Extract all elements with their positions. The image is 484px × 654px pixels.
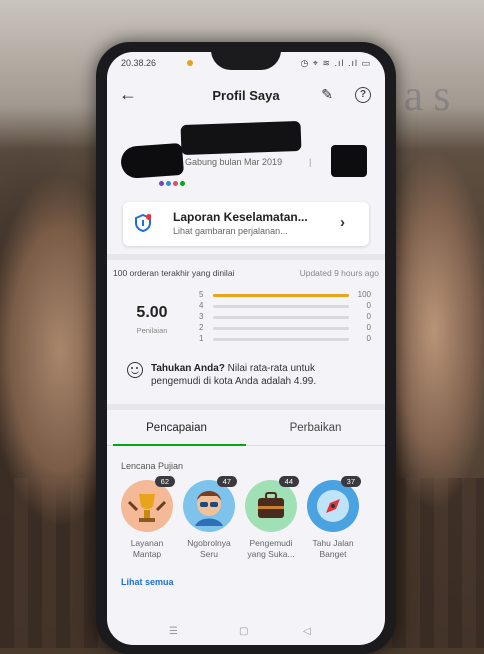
ratings-header-text: 100 orderan terakhir yang dinilai <box>113 268 235 278</box>
ratings-header: 100 orderan terakhir yang dinilai Update… <box>113 268 379 278</box>
rating-score: 5.00 Penilaian <box>127 304 177 335</box>
badge-pengemudi-yang-suka[interactable]: 44 Pengemudi yang Suka... <box>241 476 301 560</box>
tab-pencapaian[interactable]: Pencapaian <box>107 422 246 434</box>
section-divider <box>107 404 385 410</box>
badge-count: 44 <box>278 476 299 487</box>
notification-dot-icon <box>187 60 193 66</box>
rating-bar-track <box>213 338 349 341</box>
rating-star-level: 1 <box>199 334 204 343</box>
rating-star-level: 5 <box>199 290 204 299</box>
rating-count: 0 <box>366 312 371 321</box>
system-status-icons: ◷ ⌖ ≋ .ıl .ıl ▭ <box>300 58 371 68</box>
shield-icon <box>135 214 151 232</box>
profile-summary: Gabung bulan Mar 2019 | <box>107 117 385 187</box>
rating-distribution: 5 100 4 0 3 0 2 0 1 0 <box>199 290 371 345</box>
ratings-updated: Updated 9 hours ago <box>299 268 379 278</box>
help-icon[interactable]: ? <box>355 87 371 103</box>
badge-label: Tahu Jalan Banget <box>312 538 354 559</box>
tip-text: Tahukan Anda? Nilai rata-rata untuk peng… <box>151 362 365 388</box>
tab-bar: Pencapaian Perbaikan <box>107 414 385 446</box>
app-header: ← Profil Saya ✎ ? <box>107 82 385 110</box>
rating-star-level: 3 <box>199 312 204 321</box>
rating-star-level: 2 <box>199 323 204 332</box>
suitcase-icon: 44 <box>245 476 299 532</box>
join-date: Gabung bulan Mar 2019 <box>185 157 283 167</box>
rating-count: 100 <box>357 290 371 299</box>
badge-label: Layanan Mantap <box>130 538 164 559</box>
profile-badge-dots <box>159 173 199 186</box>
badge-layanan-mantap[interactable]: 62 Layanan Mantap <box>117 476 177 560</box>
section-divider <box>107 254 385 260</box>
status-bar: 20.38.26 ◷ ⌖ ≋ .ıl .ıl ▭ <box>121 58 371 72</box>
rating-score-value: 5.00 <box>136 304 168 321</box>
badge-count: 37 <box>340 476 361 487</box>
edit-pencil-icon[interactable]: ✎ <box>321 86 333 103</box>
home-icon[interactable]: ▢ <box>239 626 248 637</box>
separator: | <box>309 157 312 167</box>
rating-count: 0 <box>366 334 371 343</box>
rating-bar-track <box>213 305 349 308</box>
chatty-driver-icon: 47 <box>183 476 237 532</box>
rating-row: 5 100 <box>199 290 371 301</box>
badge-count: 47 <box>216 476 237 487</box>
back-nav-icon[interactable]: ◁ <box>303 626 311 637</box>
tip-title: Tahukan Anda? <box>151 363 225 374</box>
rating-bar-track <box>213 316 349 319</box>
badge-count: 62 <box>154 476 175 487</box>
rating-row: 30 <box>199 312 371 323</box>
badge-ngobrolnya-seru[interactable]: 47 Ngobrolnya Seru <box>179 476 239 560</box>
safety-report-subtitle: Lihat gambaran perjalanan... <box>173 226 288 236</box>
rating-bar-fill <box>213 294 349 297</box>
rating-bar-track <box>213 327 349 330</box>
page-title: Profil Saya <box>212 88 280 103</box>
smiley-icon <box>127 362 143 378</box>
safety-report-card[interactable]: Laporan Keselamatan... Lihat gambaran pe… <box>123 202 369 246</box>
chevron-right-icon: › <box>340 214 345 231</box>
redacted-name <box>180 120 302 156</box>
tab-perbaikan[interactable]: Perbaikan <box>246 422 385 434</box>
rating-score-label: Penilaian <box>136 326 168 335</box>
rating-row: 40 <box>199 301 371 312</box>
badges-title: Lencana Pujian <box>121 461 184 471</box>
compass-icon: 37 <box>307 476 361 532</box>
rating-row: 10 <box>199 334 371 345</box>
status-time: 20.38.26 <box>121 58 157 68</box>
rating-count: 0 <box>366 323 371 332</box>
rating-row: 20 <box>199 323 371 334</box>
menu-icon[interactable]: ☰ <box>169 626 178 637</box>
active-tab-indicator <box>113 444 246 446</box>
badge-label: Pengemudi yang Suka... <box>247 538 295 559</box>
rating-bar-track <box>213 294 349 297</box>
badge-tahu-jalan-banget[interactable]: 37 Tahu Jalan Banget <box>303 476 363 560</box>
phone-screen: 20.38.26 ◷ ⌖ ≋ .ıl .ıl ▭ ← Profil Saya ✎… <box>107 52 385 645</box>
see-all-badges-link[interactable]: Lihat semua <box>121 577 174 587</box>
system-nav-bar: ☰ ▢ ◁ <box>107 624 385 645</box>
redacted-info <box>331 145 367 177</box>
trophy-icon: 62 <box>121 476 175 532</box>
rating-count: 0 <box>366 301 371 310</box>
rating-star-level: 4 <box>199 301 204 310</box>
badge-label: Ngobrolnya Seru <box>187 538 231 559</box>
safety-report-title: Laporan Keselamatan... <box>173 210 308 224</box>
